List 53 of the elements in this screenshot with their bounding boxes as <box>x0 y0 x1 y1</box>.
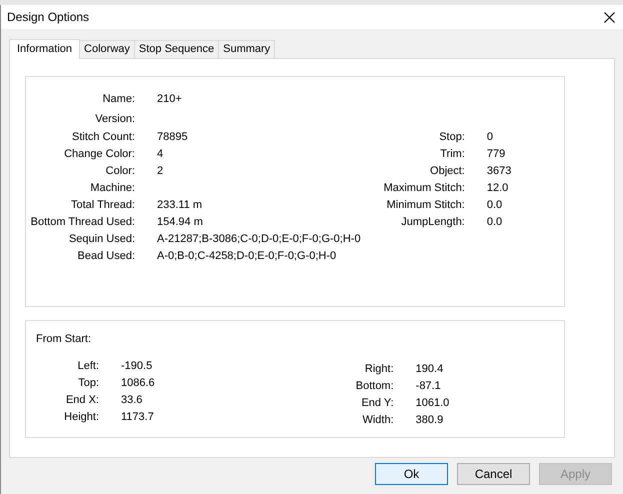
field-label: Object: <box>429 164 466 180</box>
field-value: 0.0 <box>486 215 502 230</box>
field-label: Bottom: <box>354 378 395 394</box>
dialog-button[interactable]: Ok <box>375 463 448 485</box>
field-label: Change Color: <box>63 147 136 162</box>
field-value: -190.5 <box>121 358 152 374</box>
field-value: 78895 <box>157 130 188 146</box>
field-value: 1173.7 <box>121 410 154 425</box>
tab[interactable]: Information <box>9 39 80 59</box>
field-label: Name: <box>102 92 136 107</box>
field-value: 380.9 <box>416 412 444 428</box>
field-value: 12.0 <box>486 181 508 196</box>
field-label: Stitch Count: <box>71 130 136 146</box>
field-value: 154.94 m <box>157 215 203 230</box>
close-icon[interactable] <box>604 12 615 22</box>
field-label: Sequin Used: <box>68 232 136 248</box>
field-value: 4 <box>157 147 164 162</box>
field-value: 233.11 m <box>157 198 202 214</box>
field-label: Stop: <box>438 130 466 146</box>
field-label: Bead Used: <box>76 249 136 264</box>
window-title: Design Options <box>7 9 90 26</box>
field-value: 0 <box>486 130 493 146</box>
field-label: Top: <box>77 376 100 391</box>
field-value: 779 <box>486 147 506 162</box>
field-label: Color: <box>104 164 136 180</box>
field-value: 1061.0 <box>416 396 450 411</box>
field-value: 0.0 <box>486 198 502 214</box>
field-label: Maximum Stitch: <box>382 181 466 196</box>
field-label: Right: <box>364 362 395 377</box>
field-label: End X: <box>64 392 100 408</box>
field-value: A-21287;B-3086;C-0;D-0;E-0;F-0;G-0;H-0 <box>157 232 361 248</box>
field-value: A-0;B-0;C-4258;D-0;E-0;F-0;G-0;H-0 <box>157 249 336 264</box>
field-value: 1086.6 <box>121 376 155 391</box>
tab[interactable]: Summary <box>218 40 276 58</box>
field-value: 2 <box>157 164 164 180</box>
field-label: Height: <box>63 410 100 425</box>
field-value: 190.4 <box>416 362 444 377</box>
field-label: Bottom Thread Used: <box>30 215 136 230</box>
field-label: Total Thread: <box>70 198 136 214</box>
section-title: From Start: <box>36 332 92 347</box>
field-value: 210+ <box>157 92 182 107</box>
field-label: Width: <box>361 412 395 428</box>
field-label: Left: <box>76 358 100 374</box>
field-label: Machine: <box>89 181 136 196</box>
field-label: JumpLength: <box>400 215 466 230</box>
field-value: 33.6 <box>121 392 142 408</box>
field-label: End Y: <box>360 396 395 411</box>
field-label: Trim: <box>439 147 466 162</box>
field-label: Version: <box>94 112 136 128</box>
field-value: 3673 <box>486 164 512 180</box>
field-label: Minimum Stitch: <box>386 198 466 214</box>
dialog-button[interactable]: Cancel <box>457 463 530 485</box>
field-value: -87.1 <box>416 378 441 394</box>
